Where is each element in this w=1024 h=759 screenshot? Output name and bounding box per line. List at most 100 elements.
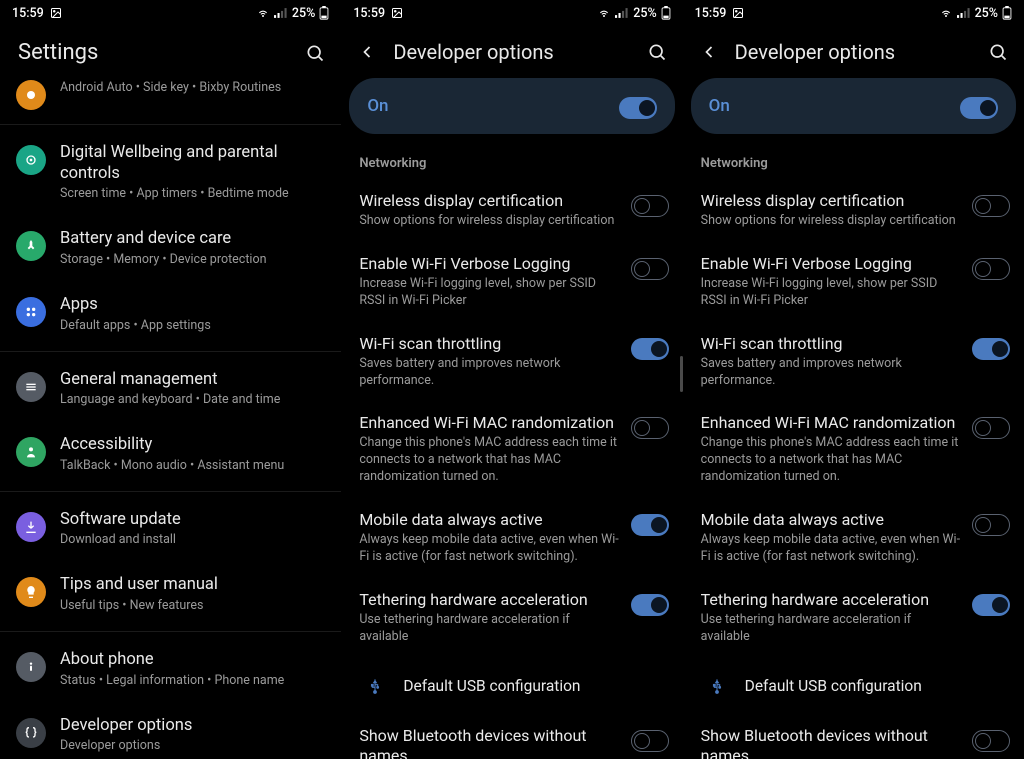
settings-item[interactable]: Software updateDownload and install <box>0 496 341 562</box>
search-button[interactable] <box>303 41 327 65</box>
header: Developer options <box>341 26 682 74</box>
toggle[interactable] <box>631 594 669 616</box>
item-title: Mobile data always active <box>701 510 962 530</box>
item-title: Show Bluetooth devices without names <box>701 726 962 759</box>
item-sub: Always keep mobile data active, even whe… <box>701 532 962 566</box>
item-title: General management <box>60 370 325 391</box>
settings-item[interactable]: About phoneStatus • Legal information • … <box>0 636 341 702</box>
header: Developer options <box>683 26 1024 74</box>
item-sub: Saves battery and improves network perfo… <box>701 356 962 390</box>
toggle[interactable] <box>631 730 669 752</box>
toggle[interactable] <box>972 417 1010 439</box>
toggle[interactable] <box>972 594 1010 616</box>
battery-pct: 25% <box>292 6 315 21</box>
toggle[interactable] <box>972 195 1010 217</box>
bt-no-names-toggle[interactable]: Show Bluetooth devices without names Blu… <box>341 714 682 759</box>
master-toggle-label: On <box>709 96 730 116</box>
item-title: Tethering hardware acceleration <box>359 590 620 610</box>
item-title: Wi-Fi scan throttling <box>359 334 620 354</box>
dev-option-toggle[interactable]: Wi-Fi scan throttlingSaves battery and i… <box>683 322 1024 402</box>
dev-option-toggle[interactable]: Wireless display certificationShow optio… <box>341 179 682 242</box>
settings-icon <box>16 577 46 607</box>
dev-options-list: Wireless display certificationShow optio… <box>341 179 682 658</box>
dev-option-toggle[interactable]: Wireless display certificationShow optio… <box>683 179 1024 242</box>
toggle[interactable] <box>972 338 1010 360</box>
item-sub: Change this phone's MAC address each tim… <box>359 435 620 486</box>
image-icon <box>391 7 403 19</box>
toggle[interactable] <box>631 417 669 439</box>
wifi-icon <box>597 7 611 19</box>
search-button[interactable] <box>645 40 669 64</box>
section-header: Networking <box>341 150 682 179</box>
settings-icon <box>16 652 46 682</box>
settings-item[interactable]: Android Auto • Side key • Bixby Routines <box>0 75 341 120</box>
dev-option-toggle[interactable]: Wi-Fi scan throttlingSaves battery and i… <box>341 322 682 402</box>
item-sub: Useful tips • New features <box>60 598 325 613</box>
settings-icon <box>16 297 46 327</box>
master-toggle-card[interactable]: On <box>349 78 674 134</box>
battery-pct: 25% <box>633 6 656 21</box>
settings-item[interactable]: AccessibilityTalkBack • Mono audio • Ass… <box>0 421 341 487</box>
section-header: Networking <box>683 150 1024 179</box>
toggle[interactable] <box>631 514 669 536</box>
search-button[interactable] <box>986 40 1010 64</box>
usb-config-row[interactable]: Default USB configuration <box>341 658 682 714</box>
page-title: Developer options <box>393 40 630 64</box>
back-button[interactable] <box>697 40 721 64</box>
battery-icon <box>319 6 329 20</box>
master-toggle[interactable] <box>619 97 657 119</box>
settings-list: Android Auto • Side key • Bixby Routines… <box>0 75 341 759</box>
toggle[interactable] <box>972 514 1010 536</box>
item-title: Enhanced Wi-Fi MAC randomization <box>701 413 962 433</box>
dev-option-toggle[interactable]: Mobile data always activeAlways keep mob… <box>683 498 1024 578</box>
divider <box>0 491 341 492</box>
usb-config-row[interactable]: Default USB configuration <box>683 658 1024 714</box>
status-bar: 15:59 25% <box>0 0 341 26</box>
dev-option-toggle[interactable]: Mobile data always activeAlways keep mob… <box>341 498 682 578</box>
settings-item[interactable]: AppsDefault apps • App settings <box>0 281 341 347</box>
settings-item[interactable]: Tips and user manual Useful tips • New fe… <box>0 561 341 627</box>
dev-option-toggle[interactable]: Enable Wi-Fi Verbose LoggingIncrease Wi-… <box>341 242 682 322</box>
toggle[interactable] <box>972 730 1010 752</box>
toggle[interactable] <box>631 338 669 360</box>
settings-item[interactable]: General managementLanguage and keyboard … <box>0 356 341 422</box>
back-button[interactable] <box>355 40 379 64</box>
dev-option-toggle[interactable]: Enhanced Wi-Fi MAC randomizationChange t… <box>683 401 1024 498</box>
settings-icon <box>16 437 46 467</box>
item-sub: Use tethering hardware acceleration if a… <box>359 612 620 646</box>
usb-config-label: Default USB configuration <box>403 677 580 695</box>
item-sub: Use tethering hardware acceleration if a… <box>701 612 962 646</box>
toggle[interactable] <box>631 195 669 217</box>
signal-icon <box>957 7 971 19</box>
settings-item[interactable]: Battery and device careStorage • Memory … <box>0 215 341 281</box>
item-sub: Android Auto • Side key • Bixby Routines <box>60 80 325 95</box>
status-bar: 15:59 25% <box>683 0 1024 26</box>
item-title: Enable Wi-Fi Verbose Logging <box>359 254 620 274</box>
dev-option-toggle[interactable]: Enable Wi-Fi Verbose LoggingIncrease Wi-… <box>683 242 1024 322</box>
dev-option-toggle[interactable]: Tethering hardware accelerationUse tethe… <box>683 578 1024 658</box>
item-sub: Status • Legal information • Phone name <box>60 673 325 688</box>
divider <box>0 351 341 352</box>
battery-pct: 25% <box>975 6 998 21</box>
item-title: Software update <box>60 510 325 531</box>
item-sub: Increase Wi-Fi logging level, show per S… <box>359 276 620 310</box>
item-sub: Change this phone's MAC address each tim… <box>701 435 962 486</box>
master-toggle[interactable] <box>960 97 998 119</box>
item-title: Wi-Fi scan throttling <box>701 334 962 354</box>
item-sub: Default apps • App settings <box>60 318 325 333</box>
item-title: Digital Wellbeing and parental controls <box>60 143 325 184</box>
wifi-icon <box>939 7 953 19</box>
settings-item[interactable]: Developer optionsDeveloper options <box>0 702 341 759</box>
signal-icon <box>615 7 629 19</box>
toggle[interactable] <box>972 258 1010 280</box>
dev-option-toggle[interactable]: Tethering hardware accelerationUse tethe… <box>341 578 682 658</box>
item-title: Tips and user manual <box>60 575 325 596</box>
item-sub: Always keep mobile data active, even whe… <box>359 532 620 566</box>
toggle[interactable] <box>631 258 669 280</box>
item-title: Show Bluetooth devices without names <box>359 726 620 759</box>
settings-item[interactable]: Digital Wellbeing and parental controlsS… <box>0 129 341 215</box>
battery-icon <box>661 6 671 20</box>
bt-no-names-toggle[interactable]: Show Bluetooth devices without names Blu… <box>683 714 1024 759</box>
master-toggle-card[interactable]: On <box>691 78 1016 134</box>
dev-option-toggle[interactable]: Enhanced Wi-Fi MAC randomizationChange t… <box>341 401 682 498</box>
